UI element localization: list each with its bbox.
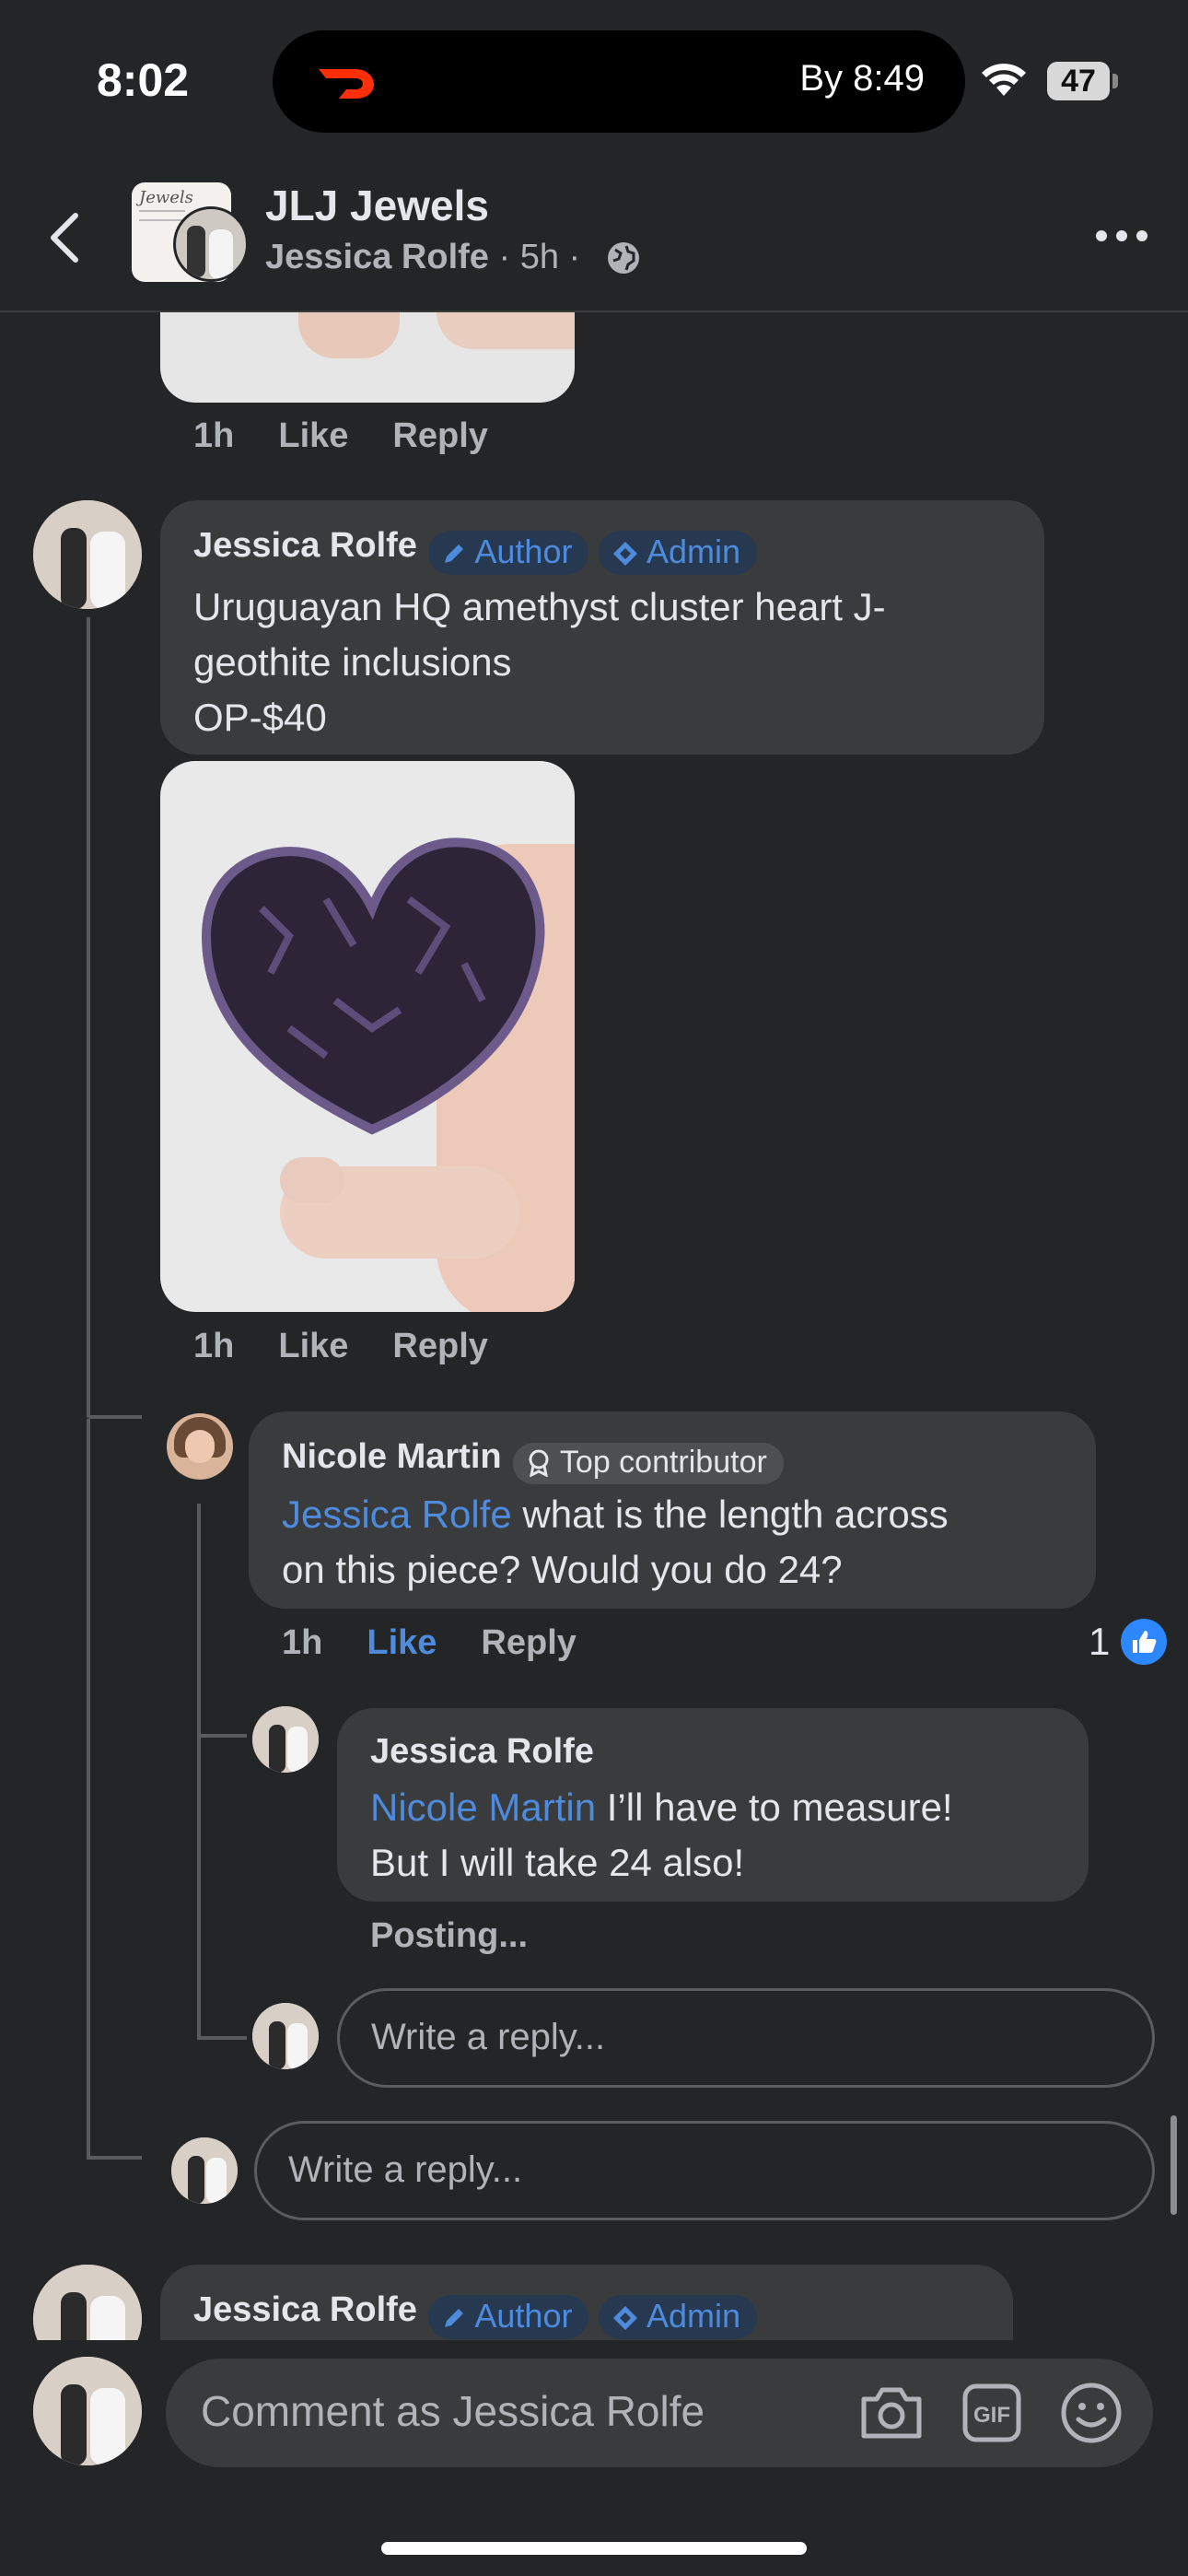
reply-text: Jessica Rolfe what is the length across …: [282, 1493, 949, 1591]
mention-link[interactable]: Nicole Martin: [370, 1786, 596, 1829]
group-avatar-line: [139, 219, 185, 221]
posting-status: Posting...: [370, 1916, 528, 1955]
reply-button[interactable]: Reply: [481, 1623, 576, 1662]
nested-thread-branch: [197, 1734, 247, 1738]
like-button[interactable]: Like: [278, 416, 348, 455]
post-author[interactable]: Jessica Rolfe: [265, 238, 489, 276]
doordash-icon: [319, 69, 374, 99]
emoji-icon[interactable]: [1059, 2381, 1124, 2445]
composer-avatar: [33, 2357, 142, 2465]
reply-author-avatar[interactable]: [167, 1413, 233, 1480]
reply2-text: Nicole Martin I’ll have to measure! But …: [370, 1786, 953, 1884]
comment-header: Jessica Rolfe Author Admin: [193, 526, 757, 575]
wifi-icon: [982, 64, 1026, 96]
battery-indicator: 47: [1047, 62, 1110, 100]
thread-reply-input[interactable]: Write a reply...: [254, 2121, 1155, 2220]
pencil-icon: [445, 544, 464, 563]
comment-text: Uruguayan HQ amethyst cluster heart J- g…: [193, 585, 886, 739]
globe-icon: [608, 242, 639, 274]
back-arrow-icon[interactable]: [46, 210, 83, 265]
nested-reply-input[interactable]: Write a reply...: [337, 1988, 1155, 2088]
author-badge: Author: [428, 2294, 589, 2339]
thread-line-lower: [87, 1419, 90, 2156]
group-avatar-logo: Jewels: [139, 188, 193, 207]
reply2-bubble: Jessica Rolfe Nicole Martin I’ll have to…: [337, 1708, 1089, 1902]
current-user-avatar: [171, 2137, 238, 2204]
post-time: 5h: [519, 238, 559, 276]
admin-shield-icon: [612, 2305, 637, 2330]
group-avatar-line: [139, 210, 185, 212]
scrollbar[interactable]: [1171, 2115, 1177, 2215]
thread-branch: [87, 1415, 142, 1419]
nested-thread-line: [197, 1504, 201, 1734]
more-options-icon[interactable]: [1094, 227, 1149, 245]
amethyst-heart-shape: [201, 837, 545, 1135]
page-author-avatar[interactable]: [173, 206, 249, 282]
admin-shield-icon: [612, 541, 637, 566]
commenter-avatar[interactable]: [33, 500, 142, 609]
dynamic-island: By 8:49: [273, 30, 965, 133]
post-meta: Jessica Rolfe · 5h ·: [265, 238, 581, 276]
nested-thread-line-2: [197, 1734, 201, 2038]
thread-branch-lower: [87, 2156, 142, 2160]
comment-time: 1h: [193, 1327, 235, 1365]
gif-icon[interactable]: GIF: [961, 2383, 1022, 2443]
reply-header: Nicole Martin Top contributor: [282, 1437, 784, 1485]
like-reaction-icon[interactable]: [1120, 1618, 1168, 1666]
award-icon: [529, 1449, 549, 1478]
mention-link[interactable]: Jessica Rolfe: [282, 1493, 512, 1536]
previous-comment-image[interactable]: [160, 312, 575, 403]
reply2-author[interactable]: Jessica Rolfe: [370, 1732, 594, 1772]
nested-thread-branch-2: [197, 2036, 247, 2040]
battery-nub: [1112, 74, 1118, 88]
thread-line: [87, 617, 90, 1417]
top-contributor-badge: Top contributor: [513, 1443, 784, 1485]
comment-input-placeholder: Comment as Jessica Rolfe: [201, 2387, 705, 2435]
admin-badge: Admin: [598, 530, 757, 575]
next-comment-header: Jessica Rolfe Author Admin: [193, 2290, 757, 2339]
status-time: 8:02: [97, 54, 190, 106]
svg-text:GIF: GIF: [973, 2403, 1010, 2428]
comment-input[interactable]: Comment as Jessica Rolfe GIF: [166, 2359, 1153, 2467]
author-badge: Author: [428, 530, 589, 575]
camera-icon[interactable]: [858, 2384, 925, 2441]
reply-bubble: Nicole Martin Top contributor Jessica Ro…: [249, 1411, 1096, 1609]
reply-button[interactable]: Reply: [392, 416, 487, 455]
like-button[interactable]: Like: [278, 1327, 348, 1365]
reply-button[interactable]: Reply: [392, 1327, 487, 1365]
group-name[interactable]: JLJ Jewels: [265, 181, 489, 230]
comment-time: 1h: [193, 416, 235, 455]
reply-author[interactable]: Nicole Martin: [282, 1437, 502, 1476]
next-comment-author[interactable]: Jessica Rolfe: [193, 2290, 417, 2329]
admin-badge: Admin: [598, 2294, 757, 2339]
reply-actions: 1h Like Reply: [282, 1623, 621, 1663]
comment-bubble: Jessica Rolfe Author Admin Uruguayan HQ …: [160, 500, 1044, 755]
home-indicator[interactable]: [381, 2542, 807, 2555]
comment-image-amethyst-heart[interactable]: [160, 761, 575, 1312]
reaction-count[interactable]: 1: [1089, 1620, 1110, 1664]
reply2-author-avatar[interactable]: [252, 1706, 319, 1773]
current-user-avatar: [252, 2003, 319, 2069]
comment-author[interactable]: Jessica Rolfe: [193, 526, 417, 565]
previous-comment-actions: 1h Like Reply: [193, 416, 532, 456]
comment-actions: 1h Like Reply: [193, 1327, 532, 1366]
like-button-active[interactable]: Like: [367, 1623, 437, 1662]
pencil-icon: [445, 2308, 464, 2327]
reply-time: 1h: [282, 1623, 323, 1662]
eta-text: By 8:49: [799, 58, 925, 99]
